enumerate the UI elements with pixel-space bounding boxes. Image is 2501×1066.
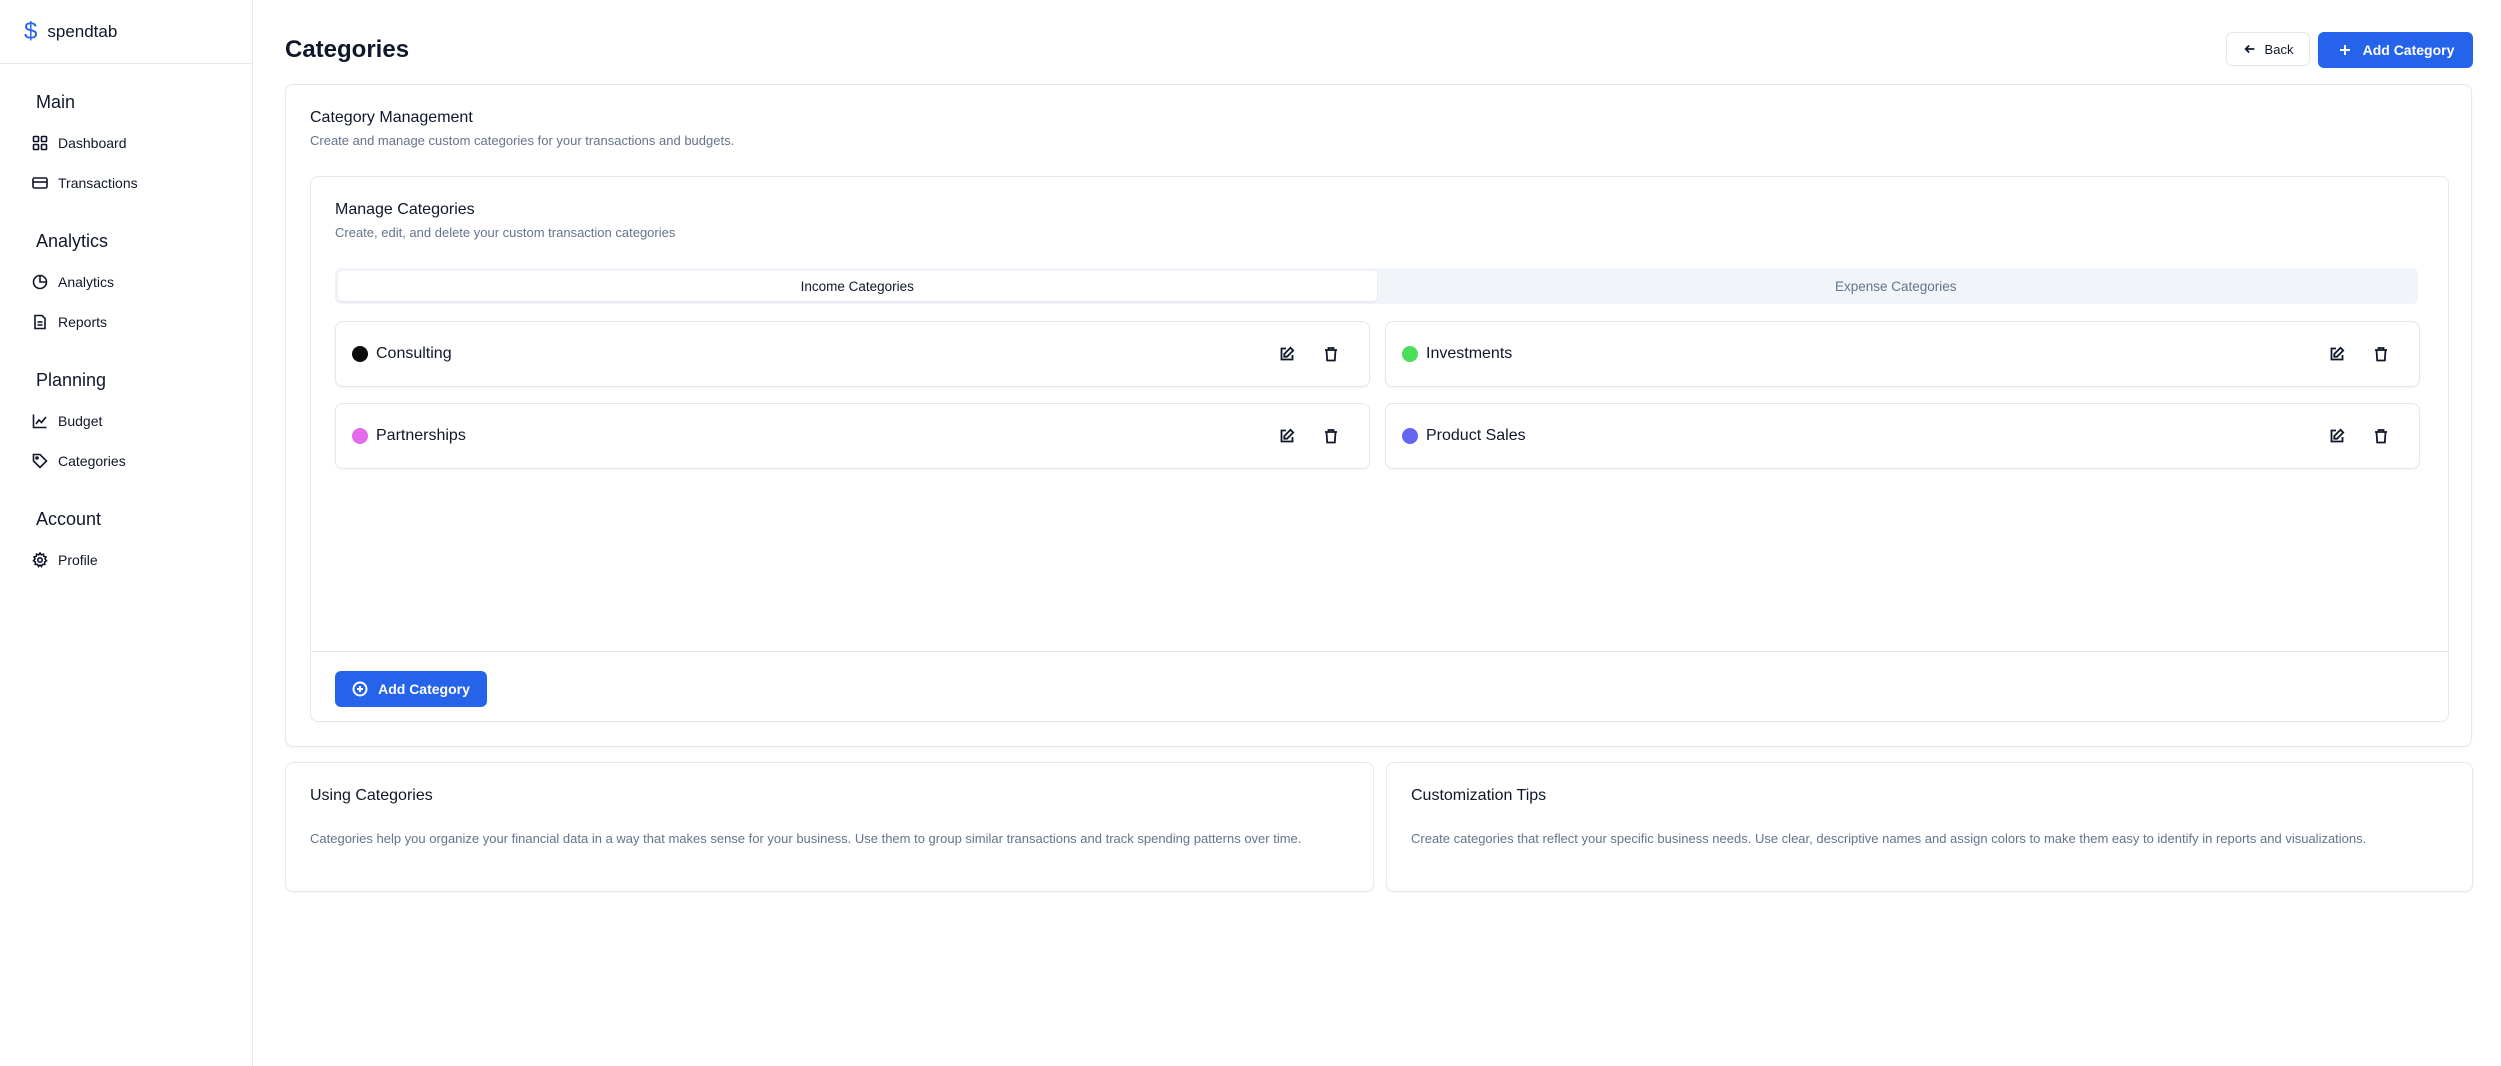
sidebar-item-profile[interactable]: Profile [32, 540, 252, 580]
delete-button[interactable] [2369, 424, 2393, 448]
card-text: Categories help you organize your financ… [310, 831, 1302, 846]
sidebar-section-account: Account Profile [32, 509, 252, 580]
back-button-label: Back [2264, 41, 2294, 57]
card-title: Using Categories [310, 787, 433, 804]
sidebar-section-title: Analytics [36, 231, 109, 251]
sidebar-item-label: Categories [58, 453, 126, 469]
color-dot [352, 428, 368, 444]
color-dot [352, 346, 368, 362]
add-category-footer-label: Add Category [378, 681, 470, 697]
edit-icon [2330, 346, 2345, 361]
sidebar-section-title: Account [36, 509, 102, 529]
sidebar-item-reports[interactable]: Reports [32, 302, 252, 342]
card-text: Create categories that reflect your spec… [1411, 831, 2367, 846]
sidebar-section-main: Main Dashboard Transactions [32, 92, 252, 203]
edit-icon [2330, 428, 2345, 443]
main-content: Categories Back Add Category Category Ma… [254, 0, 2501, 1066]
tab-expense-categories[interactable]: Expense Categories [1377, 271, 2416, 301]
card-title: Category Management [310, 109, 473, 126]
sidebar-item-dashboard[interactable]: Dashboard [32, 123, 252, 163]
dashboard-icon [32, 135, 48, 151]
pie-chart-icon [32, 274, 48, 290]
add-category-button[interactable]: Add Category [2318, 32, 2473, 68]
delete-button[interactable] [1319, 342, 1343, 366]
sidebar-item-label: Budget [58, 413, 103, 429]
card-title: Manage Categories [335, 201, 475, 218]
sidebar-item-label: Analytics [58, 274, 115, 290]
trash-icon [1325, 429, 1337, 444]
delete-button[interactable] [2369, 342, 2393, 366]
dollar-icon: $ [24, 17, 38, 45]
card-footer-divider [311, 651, 2448, 652]
category-tabs: Income Categories Expense Categories [335, 268, 2418, 304]
category-name: Investments [1426, 345, 1513, 362]
trash-icon [2375, 347, 2387, 362]
trash-icon [1325, 347, 1337, 362]
card-description: Create, edit, and delete your custom tra… [335, 225, 676, 240]
sidebar-item-label: Transactions [58, 175, 138, 191]
category-item-product-sales[interactable]: Product Sales [1385, 403, 2420, 469]
manage-categories-card: Manage Categories Create, edit, and dele… [310, 176, 2449, 722]
back-button[interactable]: Back [2226, 32, 2310, 66]
category-actions [2325, 342, 2393, 366]
edit-button[interactable] [1275, 424, 1299, 448]
credit-card-icon [32, 177, 48, 189]
edit-button[interactable] [2325, 424, 2349, 448]
sidebar-item-categories[interactable]: Categories [32, 441, 252, 481]
category-name: Consulting [376, 345, 452, 362]
category-item-consulting[interactable]: Consulting [335, 321, 1370, 387]
sidebar-item-label: Dashboard [58, 135, 127, 151]
using-categories-card: Using Categories Categories help you org… [285, 762, 1374, 892]
add-category-button-label: Add Category [2362, 42, 2455, 58]
sidebar-section-title: Planning [36, 370, 107, 390]
brand[interactable]: $ spendtab [0, 0, 252, 64]
customization-tips-card: Customization Tips Create categories tha… [1386, 762, 2473, 892]
file-icon [34, 314, 46, 330]
sidebar-section-title: Main [36, 92, 76, 112]
sidebar-item-analytics[interactable]: Analytics [32, 262, 252, 302]
sidebar-item-transactions[interactable]: Transactions [32, 163, 252, 203]
plus-circle-icon [352, 681, 368, 697]
category-management-header: Category Management Create and manage cu… [310, 109, 734, 148]
card-title: Customization Tips [1411, 787, 1547, 804]
edit-icon [1280, 428, 1295, 443]
sidebar-section-planning: Planning Budget Categories [32, 370, 252, 481]
color-dot [1402, 346, 1418, 362]
category-item-investments[interactable]: Investments [1385, 321, 2420, 387]
edit-button[interactable] [2325, 342, 2349, 366]
plus-icon [2339, 45, 2350, 55]
arrow-left-icon [2243, 44, 2254, 54]
edit-button[interactable] [1275, 342, 1299, 366]
gear-icon [32, 552, 48, 568]
manage-categories-header: Manage Categories Create, edit, and dele… [335, 201, 675, 240]
page-title: Categories [285, 36, 410, 63]
category-name: Partnerships [376, 427, 466, 444]
edit-icon [1280, 346, 1295, 361]
sidebar-section-analytics: Analytics Analytics Reports [32, 231, 252, 342]
sidebar: $ spendtab Main Dashboard Transactions A… [0, 0, 253, 1066]
category-name: Product Sales [1426, 427, 1526, 444]
add-category-footer-button[interactable]: Add Category [335, 671, 487, 707]
tab-income-categories[interactable]: Income Categories [338, 271, 1377, 301]
sidebar-item-label: Profile [58, 552, 98, 568]
category-actions [1275, 342, 1343, 366]
delete-button[interactable] [1319, 424, 1343, 448]
sidebar-item-budget[interactable]: Budget [32, 401, 252, 441]
sidebar-item-label: Reports [58, 314, 108, 330]
trash-icon [2375, 429, 2387, 444]
category-management-card: Category Management Create and manage cu… [285, 84, 2472, 747]
brand-name: spendtab [47, 21, 118, 41]
line-chart-icon [32, 414, 47, 429]
category-actions [2325, 424, 2393, 448]
card-description: Create and manage custom categories for … [310, 133, 735, 148]
category-item-partnerships[interactable]: Partnerships [335, 403, 1370, 469]
color-dot [1402, 428, 1418, 444]
tag-icon [32, 453, 48, 469]
category-actions [1275, 424, 1343, 448]
